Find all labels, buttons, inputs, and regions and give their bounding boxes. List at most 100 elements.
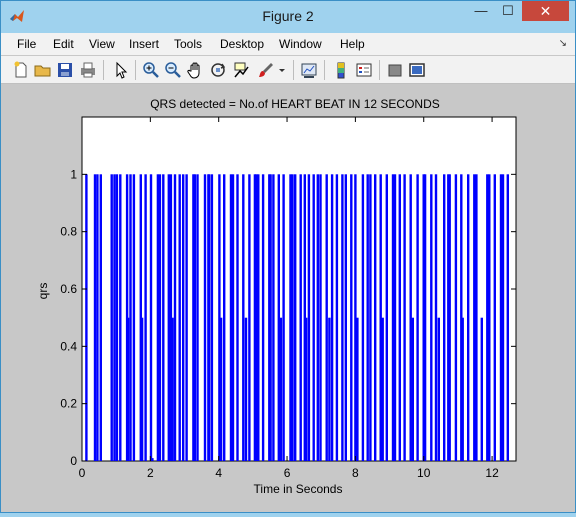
qrs-bar xyxy=(126,317,130,461)
legend-icon[interactable] xyxy=(354,60,374,80)
qrs-bar xyxy=(140,317,144,461)
qrs-bar xyxy=(282,174,285,462)
qrs-bar xyxy=(369,174,372,462)
zoom-in-icon[interactable] xyxy=(141,60,161,80)
new-figure-icon[interactable] xyxy=(11,60,31,80)
pan-hand-icon[interactable] xyxy=(186,60,206,80)
qrs-bar xyxy=(493,174,496,462)
menu-tools[interactable]: Tools xyxy=(174,37,202,51)
data-cursor-icon[interactable] xyxy=(231,60,251,80)
qrs-bar xyxy=(381,317,384,461)
menu-file[interactable]: File xyxy=(17,37,36,51)
qrs-bar xyxy=(257,174,260,462)
qrs-bar xyxy=(473,174,476,462)
qrs-bar xyxy=(236,174,239,462)
x-tick-label: 6 xyxy=(284,466,291,480)
save-icon[interactable] xyxy=(55,60,75,80)
y-tick-label: 0.8 xyxy=(60,225,77,239)
qrs-bar xyxy=(269,174,272,462)
toolbar-separator xyxy=(324,60,325,80)
qrs-bar xyxy=(203,174,207,462)
menu-window[interactable]: Window xyxy=(279,37,322,51)
figure-canvas: 0 2 4 6 8 10 12 0 0.2 0.4 0.6 0.8 1 QRS detected = … xyxy=(1,84,575,512)
open-file-icon[interactable] xyxy=(33,60,53,80)
qrs-bar xyxy=(488,174,491,462)
dock-arrow-icon[interactable]: ↘ xyxy=(559,38,567,49)
qrs-bar xyxy=(244,317,248,461)
qrs-bar xyxy=(403,174,406,462)
qrs-bar xyxy=(299,174,302,462)
menu-bar: File Edit View Insert Tools Desktop Wind… xyxy=(1,33,575,55)
qrs-bar xyxy=(411,317,414,461)
brush-icon[interactable] xyxy=(256,60,276,80)
x-tick-label: 4 xyxy=(215,466,222,480)
qrs-bar xyxy=(110,174,113,462)
y-tick-label: 1 xyxy=(70,167,77,181)
show-plot-tools-icon[interactable] xyxy=(407,60,427,80)
qrs-bar xyxy=(443,174,446,462)
qrs-bar xyxy=(454,174,458,462)
qrs-bar xyxy=(210,174,214,462)
qrs-bar xyxy=(350,174,353,462)
qrs-bar xyxy=(294,174,297,462)
qrs-bar xyxy=(361,174,365,462)
qrs-bar xyxy=(434,174,438,462)
qrs-bar xyxy=(330,174,334,462)
zoom-out-icon[interactable] xyxy=(163,60,183,80)
x-tick-label: 12 xyxy=(485,466,499,480)
brush-dropdown-icon[interactable] xyxy=(277,60,287,80)
colorbar-icon[interactable] xyxy=(331,60,351,80)
qrs-bar xyxy=(437,317,440,461)
qrs-bar xyxy=(182,174,185,462)
qrs-bar xyxy=(467,174,470,462)
qrs-bar xyxy=(231,174,235,462)
print-icon[interactable] xyxy=(78,60,98,80)
qrs-bar xyxy=(385,174,388,462)
qrs-bar xyxy=(506,174,509,462)
menu-edit[interactable]: Edit xyxy=(53,37,74,51)
hide-plot-tools-icon[interactable] xyxy=(385,60,405,80)
menu-help[interactable]: Help xyxy=(340,37,365,51)
qrs-bar xyxy=(93,174,97,462)
qrs-chart[interactable]: 0 2 4 6 8 10 12 0 0.2 0.4 0.6 0.8 1 QRS detected = … xyxy=(1,84,575,512)
link-plot-icon[interactable] xyxy=(299,60,319,80)
menu-view[interactable]: View xyxy=(89,37,115,51)
qrs-bar xyxy=(319,174,322,462)
toolbar-separator xyxy=(379,60,380,80)
title-bar[interactable]: Figure 2 — ☐ ✕ xyxy=(1,1,575,33)
qrs-bar xyxy=(398,174,401,462)
menu-insert[interactable]: Insert xyxy=(129,37,159,51)
minimize-button[interactable]: — xyxy=(468,1,494,21)
qrs-bar xyxy=(480,317,483,461)
rotate-3d-icon[interactable] xyxy=(208,60,228,80)
qrs-bar xyxy=(374,174,377,462)
qrs-bar xyxy=(356,317,359,461)
figure-toolbar xyxy=(1,56,575,84)
figure-window: Figure 2 — ☐ ✕ File Edit View Insert Too… xyxy=(0,0,576,513)
chart-title: QRS detected = No.of HEART BEAT IN 12 SE… xyxy=(150,97,440,111)
qrs-bar xyxy=(416,174,419,462)
x-tick-label: 10 xyxy=(417,466,431,480)
qrs-bar xyxy=(328,317,331,461)
y-axis-label: qrs xyxy=(36,283,50,300)
qrs-bar xyxy=(113,174,116,462)
toolbar-separator xyxy=(135,60,136,80)
menu-desktop[interactable]: Desktop xyxy=(220,37,264,51)
pointer-arrow-icon[interactable] xyxy=(111,60,131,80)
qrs-bar xyxy=(312,174,315,462)
maximize-button[interactable]: ☐ xyxy=(495,1,521,21)
qrs-bar xyxy=(149,174,153,462)
qrs-bar xyxy=(248,174,251,462)
qrs-bar xyxy=(85,174,88,462)
qrs-bar xyxy=(144,174,147,462)
y-tick-label: 0 xyxy=(70,454,77,468)
qrs-bar xyxy=(193,174,196,462)
qrs-bar xyxy=(242,174,245,462)
close-button[interactable]: ✕ xyxy=(522,1,569,21)
qrs-bar xyxy=(325,174,328,462)
qrs-bar xyxy=(475,174,478,462)
qrs-bar xyxy=(335,174,339,462)
qrs-bar xyxy=(316,174,319,462)
qrs-bar xyxy=(158,174,162,462)
qrs-bar xyxy=(171,317,174,461)
